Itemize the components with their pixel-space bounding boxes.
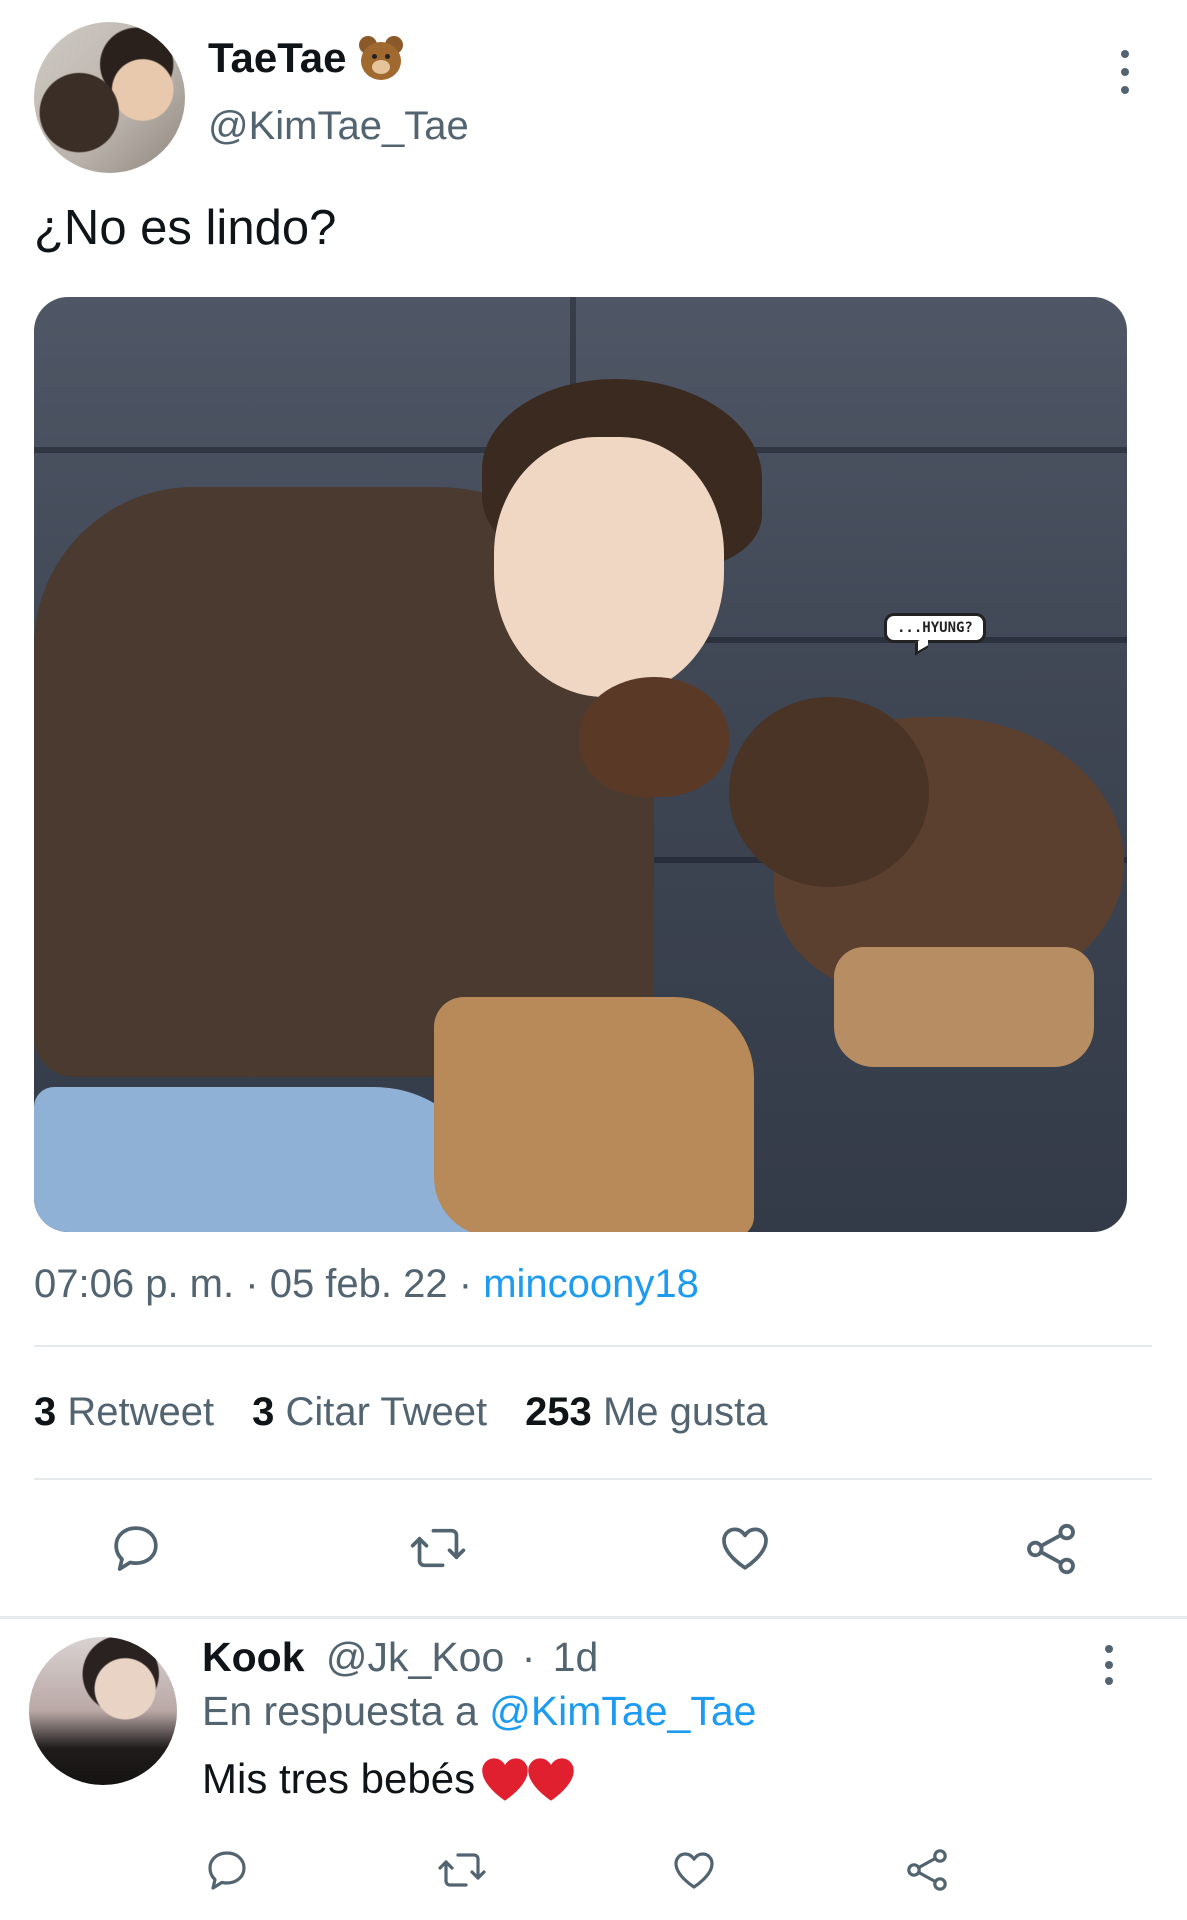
reply-header: Kook @Jk_Koo · 1d [202, 1634, 598, 1681]
retweet-icon[interactable] [408, 1520, 468, 1576]
like-icon[interactable] [716, 1520, 774, 1576]
likes-stat[interactable]: 253 Me gusta [525, 1390, 767, 1435]
in-reply-to: En respuesta a @KimTae_Tae [202, 1688, 756, 1735]
meta-separator: · [245, 1262, 259, 1306]
quotes-label: Citar Tweet [285, 1390, 488, 1434]
reply-reply-icon[interactable] [203, 1846, 251, 1894]
tweet-text: ¿No es lindo? [34, 201, 337, 255]
retweets-label: Retweet [67, 1390, 215, 1434]
reply-username[interactable]: @Jk_Koo [326, 1634, 504, 1680]
meta-separator: · [458, 1262, 473, 1306]
photo-speech-bubble: ...HYUNG? [884, 613, 986, 643]
display-name-text: TaeTae [208, 34, 347, 81]
more-options-icon[interactable] [1110, 50, 1140, 94]
likes-count: 253 [525, 1390, 592, 1434]
reply-retweet-icon[interactable] [436, 1846, 488, 1894]
display-name[interactable]: TaeTae [208, 34, 405, 82]
tweet-detail-page: TaeTae @KimTae_Tae ¿No es lindo? ...HYUN… [0, 0, 1187, 1920]
reply-text-content: Mis tres bebés [202, 1755, 476, 1802]
reply-like-icon[interactable] [670, 1846, 718, 1894]
reply-more-options-icon[interactable] [1094, 1645, 1124, 1685]
red-heart-icon [482, 1758, 528, 1801]
reply-age: 1d [552, 1634, 599, 1680]
divider [0, 1616, 1187, 1619]
tweet-stats: 3 Retweet 3 Citar Tweet 253 Me gusta [34, 1390, 767, 1435]
in-reply-prefix: En respuesta a [202, 1688, 478, 1734]
divider [34, 1345, 1152, 1347]
reply-avatar[interactable] [29, 1637, 177, 1785]
share-icon[interactable] [1022, 1520, 1080, 1578]
reply-text: Mis tres bebés [202, 1755, 577, 1803]
reply-icon[interactable] [108, 1520, 164, 1576]
tweet-photo[interactable]: ...HYUNG? [34, 297, 1127, 1232]
avatar[interactable] [34, 22, 185, 173]
reply-share-icon[interactable] [903, 1846, 951, 1894]
retweets-count: 3 [34, 1390, 57, 1434]
bear-face-icon [357, 34, 405, 82]
quotes-stat[interactable]: 3 Citar Tweet [252, 1390, 487, 1435]
reply-separator: · [521, 1634, 536, 1680]
tweet-date: 05 feb. 22 [269, 1262, 448, 1306]
tweet-time: 07:06 p. m. [34, 1262, 235, 1306]
retweets-stat[interactable]: 3 Retweet [34, 1390, 214, 1435]
divider [34, 1478, 1152, 1480]
tweet-source-link[interactable]: mincoony18 [483, 1262, 699, 1306]
tweet-meta: 07:06 p. m. · 05 feb. 22 · mincoony18 [34, 1262, 699, 1307]
in-reply-mention-link[interactable]: @KimTae_Tae [489, 1688, 756, 1734]
reply-display-name[interactable]: Kook [202, 1634, 305, 1680]
username[interactable]: @KimTae_Tae [208, 104, 469, 149]
quotes-count: 3 [252, 1390, 275, 1434]
likes-label: Me gusta [602, 1390, 768, 1434]
red-heart-icon [528, 1758, 574, 1801]
